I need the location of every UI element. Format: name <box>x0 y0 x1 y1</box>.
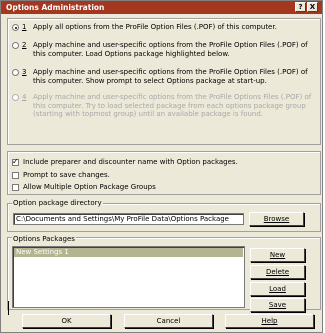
options-administration-dialog: Options Administration ? X 1 Apply all o… <box>0 0 323 333</box>
prompt-save-checkbox[interactable] <box>12 172 19 179</box>
options-packages-label: Options Packages <box>12 235 76 243</box>
directory-group-label: Option package directory <box>12 199 103 207</box>
load-package-label: Load <box>269 285 286 293</box>
help-title-button[interactable]: ? <box>295 2 306 12</box>
load-package-button[interactable]: Load <box>250 282 305 296</box>
title-bar: Options Administration ? X <box>1 1 322 14</box>
include-preparer-label: Include preparer and discounter name wit… <box>23 158 238 166</box>
cancel-button[interactable]: Cancel <box>124 314 213 328</box>
apply-option-3-number: 3 <box>22 68 27 76</box>
apply-option-2-label: Apply machine and user-specific options … <box>33 41 308 58</box>
directory-group: Option package directory C:\Documents an… <box>7 199 321 232</box>
apply-option-4-label: Apply machine and user-specific options … <box>33 93 312 118</box>
close-title-button[interactable]: X <box>307 2 318 12</box>
include-preparer-checkbox[interactable] <box>12 157 19 166</box>
apply-option-1-label: Apply all options from the ProFile Optio… <box>33 23 277 31</box>
new-package-label: New <box>269 251 286 259</box>
help-button[interactable]: Help <box>225 314 314 328</box>
window-edge-line <box>8 301 9 315</box>
apply-option-2-radio[interactable] <box>12 42 19 49</box>
allow-multiple-groups-label: Allow Multiple Option Package Groups <box>23 183 156 191</box>
options-packages-list[interactable]: New Settings 1 <box>12 246 245 308</box>
ok-button-label: OK <box>61 317 72 325</box>
allow-multiple-groups-checkbox[interactable] <box>12 184 19 191</box>
window-title: Options Administration <box>6 3 105 12</box>
apply-option-4-radio <box>12 94 19 101</box>
cancel-button-label: Cancel <box>156 317 181 325</box>
list-item[interactable]: New Settings 1 <box>14 248 243 257</box>
apply-option-2-number: 2 <box>22 41 27 49</box>
checkbox-panel: Include preparer and discounter name wit… <box>7 151 321 195</box>
help-button-label: Help <box>261 317 278 325</box>
apply-option-1-radio[interactable] <box>12 24 19 31</box>
prompt-save-label: Prompt to save changes. <box>23 171 110 179</box>
save-package-button[interactable]: Save <box>250 298 305 312</box>
apply-option-1-number: 1 <box>22 23 27 31</box>
browse-button[interactable]: Browse <box>249 212 304 226</box>
apply-option-3-radio[interactable] <box>12 69 19 76</box>
delete-package-button[interactable]: Delete <box>250 265 305 279</box>
directory-path-input[interactable]: C:\Documents and Settings\My ProFile Dat… <box>13 213 244 225</box>
apply-option-3-label: Apply machine and user-specific options … <box>33 68 308 85</box>
apply-option-4-number: 4 <box>22 93 27 101</box>
options-packages-group: Options Packages New Settings 1 New Dele… <box>7 235 321 312</box>
new-package-button[interactable]: New <box>250 248 305 262</box>
apply-options-panel: 1 Apply all options from the ProFile Opt… <box>7 18 321 145</box>
delete-package-label: Delete <box>266 268 289 276</box>
ok-button[interactable]: OK <box>22 314 111 328</box>
save-package-label: Save <box>268 301 287 309</box>
browse-button-label: Browse <box>263 215 290 223</box>
